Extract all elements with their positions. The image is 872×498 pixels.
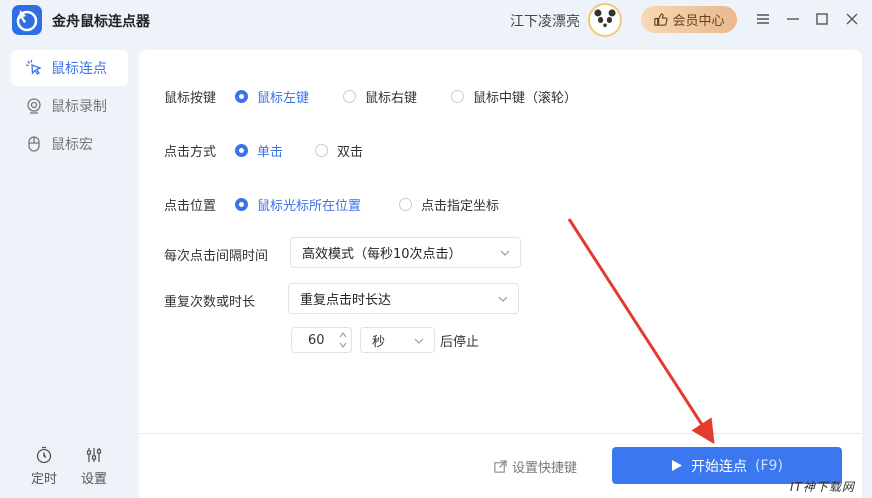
play-icon xyxy=(672,460,683,471)
record-icon xyxy=(27,98,41,114)
title-bar: 金舟鼠标连点器 江下凌漂亮 会员中心 xyxy=(0,0,872,42)
radio-dot xyxy=(451,90,464,103)
mouse-button-label: 鼠标按键 xyxy=(164,91,217,106)
click-position-label: 点击位置 xyxy=(164,199,217,214)
sidebar-item-label: 鼠标连点 xyxy=(51,61,107,77)
radio-label: 鼠标中键（滚轮） xyxy=(473,91,578,106)
shortcut-icon xyxy=(494,460,507,473)
cursor-click-icon xyxy=(25,60,42,75)
sidebar-item-mouse-record[interactable]: 鼠标录制 xyxy=(11,88,128,124)
watermark: IT神下载网 xyxy=(790,480,855,494)
timer-button[interactable]: 定时 xyxy=(24,446,64,487)
menu-icon[interactable] xyxy=(755,11,771,27)
stepper-arrows-icon[interactable] xyxy=(338,330,348,350)
settings-label: 设置 xyxy=(80,472,107,487)
close-icon[interactable] xyxy=(844,11,860,27)
radio-label: 单击 xyxy=(257,145,284,160)
radio-left-button[interactable]: 鼠标左键 xyxy=(235,87,309,106)
radio-label: 鼠标左键 xyxy=(257,91,310,106)
repeat-amount-value: 60 xyxy=(308,332,325,348)
start-hotkey: (F9) xyxy=(755,457,783,474)
interval-label: 每次点击间隔时间 xyxy=(164,249,269,264)
radio-single-click[interactable]: 单击 xyxy=(235,141,283,160)
click-mode-label: 点击方式 xyxy=(164,145,217,160)
app-logo-icon xyxy=(12,5,42,35)
radio-label: 鼠标光标所在位置 xyxy=(257,199,362,214)
radio-dot xyxy=(315,144,328,157)
start-clicking-label: 开始连点 xyxy=(691,458,748,475)
footer-divider xyxy=(139,433,862,434)
avatar[interactable] xyxy=(588,3,622,37)
chevron-down-icon xyxy=(498,296,508,302)
repeat-suffix: 后停止 xyxy=(440,335,480,350)
sliders-icon xyxy=(86,448,102,462)
repeat-unit-value: 秒 xyxy=(372,334,386,350)
main-panel xyxy=(139,50,862,498)
settings-button[interactable]: 设置 xyxy=(74,446,114,487)
radio-dot xyxy=(235,90,248,103)
vip-center-label: 会员中心 xyxy=(672,14,725,29)
chevron-down-icon xyxy=(500,250,510,256)
sidebar-item-label: 鼠标录制 xyxy=(51,99,107,115)
chevron-down-icon xyxy=(414,338,424,344)
app-title: 金舟鼠标连点器 xyxy=(52,14,150,30)
thumb-up-icon xyxy=(654,13,669,26)
minimize-icon[interactable] xyxy=(785,11,801,27)
repeat-amount-stepper[interactable]: 60 xyxy=(291,327,352,353)
repeat-label: 重复次数或时长 xyxy=(164,295,256,310)
repeat-unit-select[interactable]: 秒 xyxy=(360,327,435,353)
radio-dot xyxy=(235,144,248,157)
radio-dot xyxy=(343,90,356,103)
radio-middle-button[interactable]: 鼠标中键（滚轮） xyxy=(451,87,577,106)
radio-label: 双击 xyxy=(337,145,364,160)
sidebar-item-mouse-macro[interactable]: 鼠标宏 xyxy=(11,126,128,162)
radio-dot xyxy=(235,198,248,211)
timer-label: 定时 xyxy=(30,472,57,487)
username[interactable]: 江下凌漂亮 xyxy=(510,11,580,31)
radio-double-click[interactable]: 双击 xyxy=(315,141,363,160)
set-shortcut-label: 设置快捷键 xyxy=(512,461,578,476)
interval-value: 高效模式（每秒10次点击） xyxy=(302,247,462,262)
radio-right-button[interactable]: 鼠标右键 xyxy=(343,87,417,106)
panda-avatar-icon xyxy=(594,9,616,32)
radio-cursor-position[interactable]: 鼠标光标所在位置 xyxy=(235,195,361,214)
vip-center-button[interactable]: 会员中心 xyxy=(641,6,737,33)
radio-dot xyxy=(399,198,412,211)
sidebar-item-mouse-click[interactable]: 鼠标连点 xyxy=(11,50,128,86)
set-shortcut-button[interactable]: 设置快捷键 xyxy=(493,457,577,476)
sidebar-item-label: 鼠标宏 xyxy=(51,137,93,153)
radio-specified-coordinate[interactable]: 点击指定坐标 xyxy=(399,195,499,214)
mouse-icon xyxy=(28,136,40,152)
repeat-value: 重复点击时长达 xyxy=(300,293,392,308)
repeat-select[interactable]: 重复点击时长达 xyxy=(288,283,519,314)
radio-label: 鼠标右键 xyxy=(365,91,418,106)
radio-label: 点击指定坐标 xyxy=(421,199,500,214)
maximize-icon[interactable] xyxy=(814,11,830,27)
timer-icon xyxy=(36,446,52,464)
interval-select[interactable]: 高效模式（每秒10次点击） xyxy=(290,237,521,268)
